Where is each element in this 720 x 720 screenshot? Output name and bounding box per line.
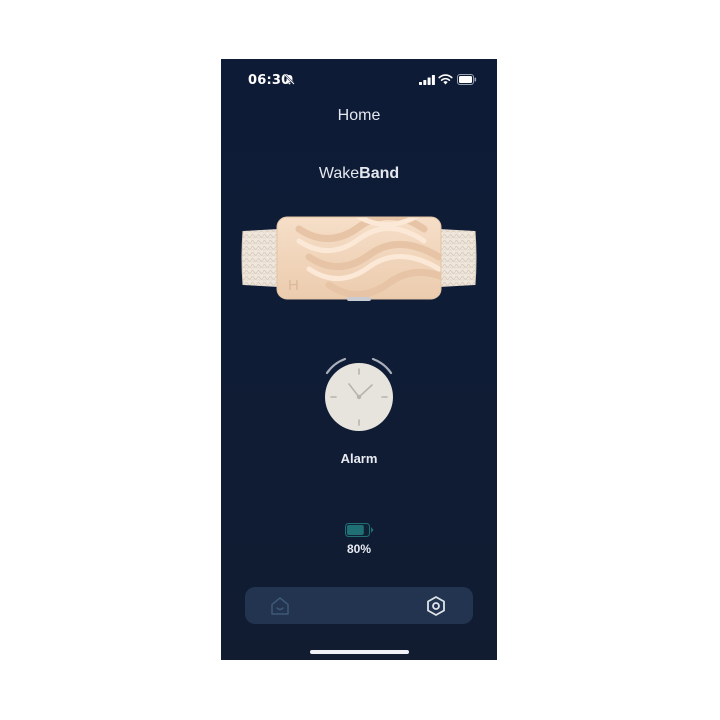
status-bar: 06:30 <box>221 59 497 99</box>
alarm-button[interactable] <box>319 351 399 437</box>
home-indicator <box>310 650 409 654</box>
bell-slash-icon <box>284 74 295 85</box>
phone-screen: 06:30 Home WakeBand H Alarm 80% <box>221 59 497 660</box>
tab-bar <box>245 587 473 624</box>
battery-level-icon <box>345 523 374 537</box>
battery-percent: 80% <box>346 542 372 556</box>
page-title: Home <box>337 107 381 124</box>
home-icon[interactable] <box>269 595 291 617</box>
device-name-regular: Wake <box>318 165 360 182</box>
band-logo: H <box>288 277 299 294</box>
alarm-label: Alarm <box>340 451 378 466</box>
settings-hexagon-icon[interactable] <box>425 595 447 617</box>
wristband-device-image: H <box>241 216 477 301</box>
cellular-signal-icon <box>419 75 435 85</box>
battery-icon <box>457 74 477 85</box>
device-name: WakeBand <box>221 165 497 183</box>
wifi-icon <box>438 74 453 85</box>
device-name-bold: Band <box>359 165 400 182</box>
